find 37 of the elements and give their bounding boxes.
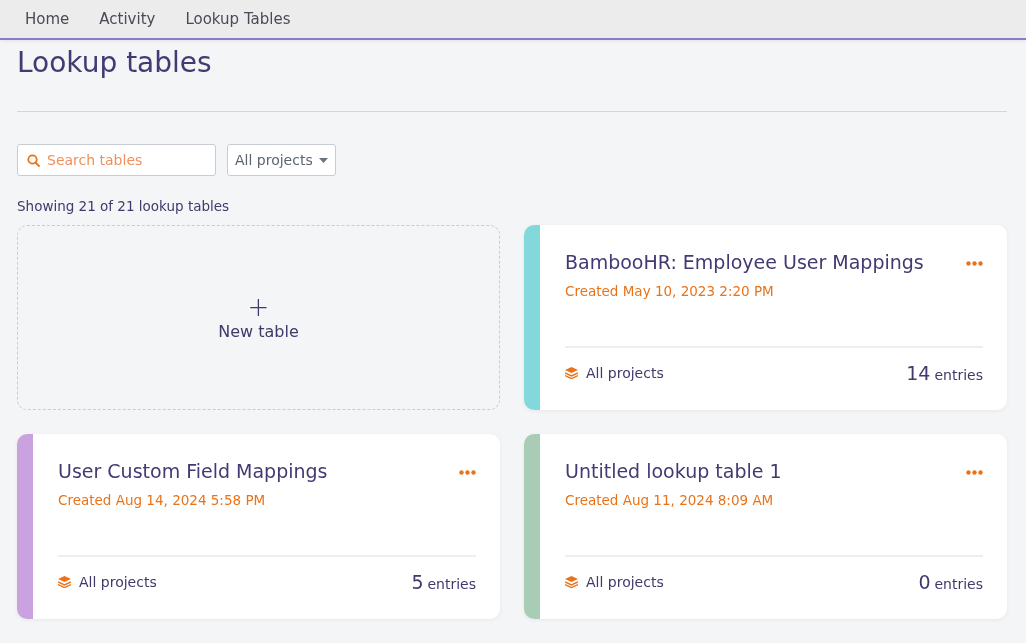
layers-icon — [58, 576, 71, 588]
caret-icon — [318, 157, 328, 163]
table-name: Untitled lookup table 1 — [565, 460, 782, 482]
table-card[interactable]: Untitled lookup table 1 Created Aug 11, 2024 8:09 AM All projects 0 entries — [524, 434, 1007, 619]
search-field[interactable]: Search tables — [17, 144, 216, 176]
entry-unit: entries — [934, 576, 983, 592]
entry-count: 14 — [906, 362, 931, 384]
project-label: All projects — [586, 574, 664, 590]
nav-link[interactable]: Home — [25, 10, 70, 28]
plus-icon: + — [247, 294, 270, 320]
table-name: BambooHR: Employee User Mappings — [565, 251, 924, 273]
table-name: User Custom Field Mappings — [58, 460, 328, 482]
entry-count: 0 — [918, 571, 931, 593]
entry-unit: entries — [427, 576, 476, 592]
layers-icon — [565, 576, 578, 588]
more-button[interactable] — [459, 470, 476, 475]
more-icon — [966, 470, 983, 475]
project-dropdown[interactable]: All projects — [227, 144, 336, 176]
entry-unit: entries — [934, 367, 983, 383]
layers-icon — [565, 367, 578, 379]
nav-link[interactable]: Activity — [99, 10, 156, 28]
project-label: All projects — [586, 365, 664, 381]
more-button[interactable] — [966, 261, 983, 266]
page-title: Lookup tables — [17, 46, 213, 79]
new-table-button[interactable]: + New table — [17, 225, 500, 410]
more-icon — [459, 470, 476, 475]
more-icon — [966, 261, 983, 266]
created-date: Created May 10, 2023 2:20 PM — [565, 283, 775, 299]
table-card[interactable]: User Custom Field Mappings Created Aug 14, 2024 5:58 PM All projects 5 entries — [17, 434, 500, 619]
result-count: Showing 21 of 21 lookup tables — [17, 198, 231, 214]
created-date: Created Aug 14, 2024 5:58 PM — [58, 492, 267, 508]
created-date: Created Aug 11, 2024 8:09 AM — [565, 492, 775, 508]
more-button[interactable] — [966, 470, 983, 475]
nav-link[interactable]: Lookup Tables — [185, 10, 291, 28]
project-label: All projects — [79, 574, 157, 590]
entry-count: 5 — [411, 571, 424, 593]
table-card[interactable]: BambooHR: Employee User Mappings Created May 10, 2023 2:20 PM All projects 14 entries — [524, 225, 1007, 410]
